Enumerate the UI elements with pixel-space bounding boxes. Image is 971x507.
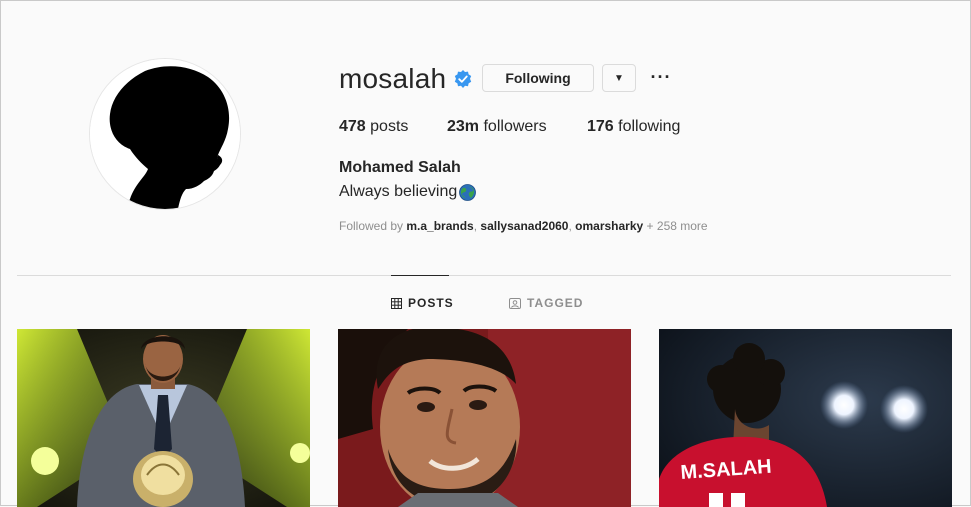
username: mosalah xyxy=(339,63,447,94)
followed-by: Followed by m.a_brands, sallysanad2060, … xyxy=(339,219,708,233)
profile-avatar[interactable] xyxy=(89,58,241,210)
following-stat[interactable]: 176 following xyxy=(587,118,680,136)
following-count: 176 xyxy=(587,118,614,135)
ellipsis-icon[interactable]: ··· xyxy=(649,67,673,87)
posts-label: posts xyxy=(370,118,409,135)
bio: Always believing xyxy=(339,183,477,201)
tag-icon xyxy=(509,297,521,309)
globe-emoji-icon xyxy=(459,183,477,201)
post-image-award xyxy=(17,329,310,507)
posts-count: 478 xyxy=(339,118,366,135)
followers-stat[interactable]: 23m followers xyxy=(447,118,547,136)
tab-tagged-label: TAGGED xyxy=(527,296,584,310)
full-name: Mohamed Salah xyxy=(339,159,461,176)
followed-by-more[interactable]: + 258 more xyxy=(647,219,708,233)
avatar-silhouette xyxy=(90,59,240,209)
followers-label: followers xyxy=(483,118,547,135)
followed-by-user[interactable]: m.a_brands xyxy=(406,219,473,233)
tab-posts-label: POSTS xyxy=(408,296,454,310)
tabs-divider xyxy=(17,275,951,276)
followers-count: 23m xyxy=(447,118,480,135)
bio-text: Always believing xyxy=(339,183,458,200)
caret-down-icon: ▼ xyxy=(614,72,624,84)
active-tab-indicator xyxy=(391,275,449,276)
post-image-jersey: M.SALAH xyxy=(659,329,952,507)
following-button[interactable]: Following xyxy=(482,64,594,92)
verified-badge-icon xyxy=(454,70,472,88)
grid-icon xyxy=(391,297,402,309)
followed-by-user[interactable]: sallysanad2060 xyxy=(480,219,568,233)
tab-tagged[interactable]: TAGGED xyxy=(509,296,583,310)
suggested-dropdown-button[interactable]: ▼ xyxy=(602,64,636,92)
following-stat-label: following xyxy=(618,118,681,135)
followed-by-user[interactable]: omarsharky xyxy=(575,219,643,233)
username-row: mosalah xyxy=(339,63,472,95)
followed-by-prefix: Followed by xyxy=(339,219,407,233)
post-thumbnail[interactable]: M.SALAH xyxy=(659,329,952,507)
post-thumbnail[interactable] xyxy=(338,329,631,507)
posts-stat: 478 posts xyxy=(339,118,408,136)
post-thumbnail[interactable] xyxy=(17,329,310,507)
tab-posts[interactable]: POSTS xyxy=(391,296,454,310)
post-image-selfie xyxy=(338,329,631,507)
